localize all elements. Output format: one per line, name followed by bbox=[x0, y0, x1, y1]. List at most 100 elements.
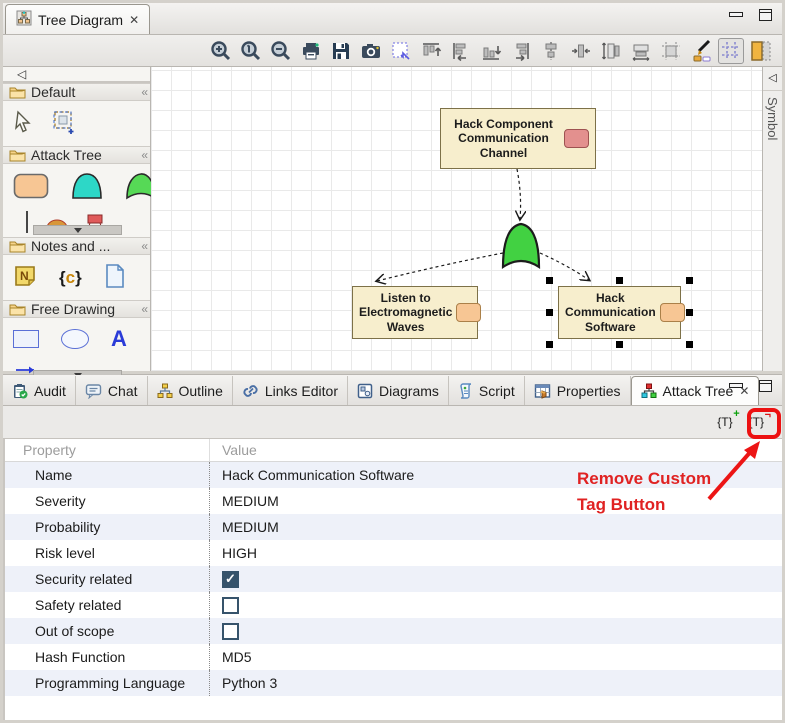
tab-outline[interactable]: Outline bbox=[148, 376, 233, 405]
table-row[interactable]: Hash FunctionMD5 bbox=[5, 644, 782, 670]
document-tool[interactable] bbox=[104, 263, 126, 292]
align-bottom-icon[interactable] bbox=[478, 38, 504, 64]
node-badge[interactable] bbox=[660, 303, 685, 322]
maximize-icon[interactable] bbox=[759, 9, 772, 21]
property-cell: Name bbox=[5, 462, 210, 488]
text-tool[interactable]: A bbox=[111, 326, 127, 352]
selection-handle[interactable] bbox=[686, 309, 693, 316]
expand-symbol-icon[interactable]: ◁ bbox=[763, 67, 782, 91]
value-cell: ✓ bbox=[210, 571, 239, 588]
rectangle-tool[interactable] bbox=[13, 330, 39, 348]
diagrams-icon bbox=[357, 383, 373, 399]
selection-handle[interactable] bbox=[546, 309, 553, 316]
pin-icon[interactable]: « bbox=[141, 302, 146, 316]
node-badge[interactable] bbox=[564, 129, 589, 148]
column-header-property[interactable]: Property bbox=[5, 439, 210, 461]
remove-custom-tag-button[interactable]: {T}¬ bbox=[745, 412, 768, 432]
align-right-icon[interactable] bbox=[508, 38, 534, 64]
checkbox-unchecked[interactable] bbox=[222, 623, 239, 640]
symbol-panel-label[interactable]: Symbol bbox=[765, 97, 780, 140]
table-row[interactable]: ProbabilityMEDIUM bbox=[5, 514, 782, 540]
format-brush-tags-icon[interactable] bbox=[688, 38, 714, 64]
diagram-node-hack-software[interactable]: Hack Communication Software bbox=[558, 286, 681, 339]
tab-chat[interactable]: Chat bbox=[76, 376, 148, 405]
ellipse-tool[interactable] bbox=[61, 329, 89, 349]
table-row[interactable]: Security related✓ bbox=[5, 566, 782, 592]
diagram-canvas[interactable]: Hack Component Communication Channel Lis… bbox=[151, 67, 762, 371]
align-left-icon[interactable] bbox=[448, 38, 474, 64]
symbols-pane-icon[interactable] bbox=[748, 38, 774, 64]
minimize-icon[interactable] bbox=[729, 383, 743, 388]
tab-diagrams[interactable]: Diagrams bbox=[348, 376, 449, 405]
zoom-in-icon[interactable] bbox=[208, 38, 234, 64]
table-row[interactable]: Programming LanguagePython 3 bbox=[5, 670, 782, 696]
close-icon[interactable]: ✕ bbox=[129, 13, 139, 27]
tab-script[interactable]: Script bbox=[449, 376, 525, 405]
grid-toggle-icon[interactable] bbox=[718, 38, 744, 64]
select-cursor-tool[interactable] bbox=[13, 110, 35, 137]
column-header-value[interactable]: Value bbox=[210, 442, 257, 458]
selection-handle[interactable] bbox=[546, 341, 553, 348]
value-cell[interactable]: MEDIUM bbox=[210, 519, 279, 535]
zoom-original-icon[interactable] bbox=[238, 38, 264, 64]
save-icon[interactable] bbox=[328, 38, 354, 64]
palette-section-free-drawing[interactable]: Free Drawing « bbox=[3, 300, 150, 318]
selection-handle[interactable] bbox=[686, 277, 693, 284]
selection-handle[interactable] bbox=[616, 341, 623, 348]
palette-horizontal-scrollbar[interactable] bbox=[33, 225, 122, 235]
minimize-icon[interactable] bbox=[729, 12, 743, 17]
marquee-add-tool[interactable] bbox=[51, 109, 77, 138]
diagram-node-hack-component[interactable]: Hack Component Communication Channel bbox=[440, 108, 596, 169]
match-height-icon[interactable] bbox=[598, 38, 624, 64]
value-cell[interactable]: Python 3 bbox=[210, 675, 277, 691]
screenshot-icon[interactable] bbox=[358, 38, 384, 64]
checkbox-unchecked[interactable] bbox=[222, 597, 239, 614]
zoom-out-icon[interactable] bbox=[268, 38, 294, 64]
table-row[interactable]: NameHack Communication Software bbox=[5, 462, 782, 488]
align-top-icon[interactable] bbox=[418, 38, 444, 64]
palette-section-notes[interactable]: Notes and ... « bbox=[3, 237, 150, 255]
node-badge[interactable] bbox=[456, 303, 481, 322]
tab-links-editor[interactable]: Links Editor bbox=[233, 376, 348, 405]
tab-audit[interactable]: Audit bbox=[3, 376, 76, 405]
tab-tree-diagram[interactable]: Tree Diagram ✕ bbox=[5, 4, 150, 34]
checkbox-checked[interactable]: ✓ bbox=[222, 571, 239, 588]
selection-handle[interactable] bbox=[616, 277, 623, 284]
table-row[interactable]: SeverityMEDIUM bbox=[5, 488, 782, 514]
select-region-icon[interactable] bbox=[388, 38, 414, 64]
distribute-horizontal-icon[interactable] bbox=[568, 38, 594, 64]
add-custom-tag-button[interactable]: {T}+ bbox=[713, 412, 736, 432]
print-icon[interactable] bbox=[298, 38, 324, 64]
properties-icon bbox=[534, 383, 551, 399]
folder-icon bbox=[9, 148, 26, 162]
table-row[interactable]: Safety related bbox=[5, 592, 782, 618]
maximize-icon[interactable] bbox=[759, 380, 772, 392]
note-tool[interactable]: N bbox=[13, 264, 37, 291]
tab-properties[interactable]: Properties bbox=[525, 376, 631, 405]
palette-section-default[interactable]: Default « bbox=[3, 83, 150, 101]
pin-icon[interactable]: « bbox=[141, 148, 146, 162]
connector-line-tool[interactable] bbox=[25, 211, 29, 236]
palette-section-attack-tree[interactable]: Attack Tree « bbox=[3, 146, 150, 164]
diagram-node-listen-waves[interactable]: Listen to Electromagnetic Waves bbox=[352, 286, 478, 339]
table-row[interactable]: Out of scope bbox=[5, 618, 782, 644]
value-cell[interactable]: HIGH bbox=[210, 545, 257, 561]
value-cell[interactable]: MD5 bbox=[210, 649, 252, 665]
selection-handle[interactable] bbox=[686, 341, 693, 348]
margins-icon[interactable] bbox=[658, 38, 684, 64]
and-gate-tool[interactable] bbox=[71, 172, 103, 203]
attack-tree-tools-row2 bbox=[3, 211, 150, 237]
node-tool[interactable] bbox=[13, 173, 49, 202]
pin-icon[interactable]: « bbox=[141, 85, 146, 99]
center-horizontal-icon[interactable] bbox=[538, 38, 564, 64]
value-cell[interactable]: Hack Communication Software bbox=[210, 467, 414, 483]
palette-collapse-arrow[interactable]: ◁ bbox=[3, 67, 150, 83]
match-width-icon[interactable] bbox=[628, 38, 654, 64]
script-icon bbox=[458, 383, 473, 399]
tab-label: Script bbox=[479, 383, 515, 399]
selection-handle[interactable] bbox=[546, 277, 553, 284]
comment-tool[interactable]: {c} bbox=[59, 268, 82, 288]
table-row[interactable]: Risk levelHIGH bbox=[5, 540, 782, 566]
pin-icon[interactable]: « bbox=[141, 239, 146, 253]
value-cell[interactable]: MEDIUM bbox=[210, 493, 279, 509]
